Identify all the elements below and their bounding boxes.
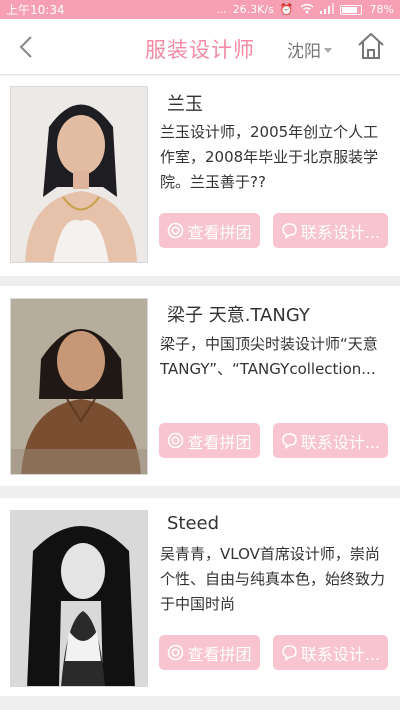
designer-card[interactable]: Steed 吴青青，VLOV首席设计师，崇尚个性、自由与纯真本色，始终致力于中国… — [0, 498, 400, 696]
designer-name: Steed — [167, 513, 220, 534]
contact-designer-button[interactable]: 联系设计... — [273, 213, 388, 248]
chat-icon — [281, 222, 298, 239]
city-selector[interactable]: 沈阳 — [287, 37, 332, 62]
nav-bar: 服装设计师 沈阳 — [0, 19, 400, 75]
view-group-label: 查看拼团 — [187, 644, 252, 664]
signal-icon — [319, 2, 334, 17]
home-icon — [358, 33, 384, 59]
contact-designer-button[interactable]: 联系设计... — [273, 635, 388, 670]
designer-description: 吴青青，VLOV首席设计师，崇尚个性、自由与纯真本色，始终致力于中国时尚 — [160, 545, 386, 613]
city-label: 沈阳 — [287, 42, 321, 62]
contact-designer-label: 联系设计... — [300, 644, 381, 664]
page-title: 服装设计师 — [145, 38, 255, 62]
battery-percent: 78% — [369, 3, 394, 16]
network-speed: 26.3K/s — [232, 3, 274, 16]
contact-designer-label: 联系设计... — [300, 432, 381, 452]
chat-icon — [281, 432, 298, 449]
designer-photo — [10, 86, 148, 263]
designer-photo — [10, 510, 148, 687]
wifi-icon — [300, 3, 314, 17]
designer-name: 梁子 天意.TANGY — [167, 305, 310, 326]
home-button[interactable] — [356, 31, 386, 61]
designer-description: 梁子，中国顶尖时装设计师“天意TANGY”、“TANGYcollection..… — [160, 335, 378, 378]
battery-icon — [339, 4, 362, 15]
group-buy-icon — [167, 432, 184, 449]
contact-designer-label: 联系设计... — [300, 222, 381, 242]
designer-card[interactable]: 兰玉 兰玉设计师，2005年创立个人工作室，2008年毕业于北京服装学院。兰玉善… — [0, 76, 400, 276]
view-group-button[interactable]: 查看拼团 — [159, 423, 260, 458]
status-dots: ... — [216, 3, 227, 16]
view-group-button[interactable]: 查看拼团 — [159, 635, 260, 670]
view-group-button[interactable]: 查看拼团 — [159, 213, 260, 248]
back-button[interactable] — [10, 31, 42, 63]
status-time: 上午10:34 — [6, 3, 65, 17]
designer-description: 兰玉设计师，2005年创立个人工作室，2008年毕业于北京服装学院。兰玉善于?? — [160, 123, 379, 191]
group-buy-icon — [167, 222, 184, 239]
status-indicators: ... 26.3K/s ⏰ 78% — [216, 2, 394, 17]
designer-name: 兰玉 — [167, 94, 203, 115]
alarm-icon: ⏰ — [279, 3, 294, 16]
view-group-label: 查看拼团 — [187, 432, 252, 452]
designer-card[interactable]: 梁子 天意.TANGY 梁子，中国顶尖时装设计师“天意TANGY”、“TANGY… — [0, 286, 400, 486]
designer-photo — [10, 298, 148, 475]
group-buy-icon — [167, 644, 184, 661]
view-group-label: 查看拼团 — [187, 222, 252, 242]
chat-icon — [281, 644, 298, 661]
status-bar: 上午10:34 ... 26.3K/s ⏰ 78% — [0, 0, 400, 19]
contact-designer-button[interactable]: 联系设计... — [273, 423, 388, 458]
chevron-left-icon — [19, 36, 32, 58]
caret-down-icon — [324, 48, 332, 53]
